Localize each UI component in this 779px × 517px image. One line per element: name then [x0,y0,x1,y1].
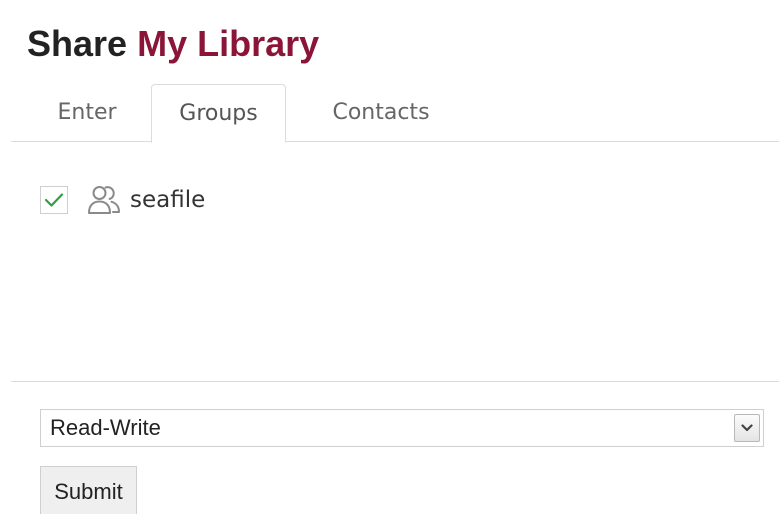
share-library-dialog: Share My Library Enter Groups Contacts s… [0,0,779,514]
group-list-item[interactable]: seafile [40,182,205,218]
dialog-title: Share My Library [27,20,319,68]
title-prefix: Share [27,23,128,64]
checkmark-icon [44,193,64,207]
section-divider [11,381,779,382]
tab-groups[interactable]: Groups [151,84,286,143]
chevron-down-icon [741,424,753,432]
share-tabs: Enter Groups Contacts [11,84,779,143]
submit-button[interactable]: Submit [40,466,137,514]
group-checkbox[interactable] [40,186,68,214]
select-arrow-button[interactable] [734,414,760,442]
tab-enter[interactable]: Enter [31,84,143,142]
permission-selected-value: Read-Write [50,415,161,440]
group-icon [88,186,120,214]
permission-select[interactable]: Read-Write [40,409,764,447]
group-name: seafile [130,187,206,213]
library-name: My Library [137,23,320,64]
tab-contacts[interactable]: Contacts [301,84,461,142]
